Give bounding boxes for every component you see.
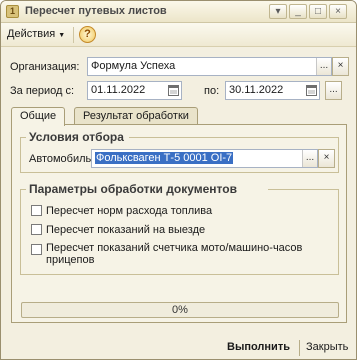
help-button[interactable]: ? [79, 26, 96, 43]
organization-value: Формула Успеха [91, 60, 176, 72]
window-title: Пересчет путевых листов [25, 5, 167, 17]
car-value: Фольксваген Т-5 0001 ОI-7 [95, 152, 234, 164]
actions-menu-button[interactable]: Действия ▼ [7, 28, 65, 40]
calendar-icon[interactable] [306, 85, 317, 96]
app-icon: 1 [6, 5, 19, 18]
period-to-value: 30.11.2022 [229, 84, 284, 96]
minimize-button[interactable]: _ [289, 4, 307, 19]
form-window: 1 Пересчет путевых листов ▾ _ □ × Действ… [0, 0, 357, 360]
progress-text: 0% [172, 304, 188, 316]
calendar-icon[interactable] [168, 85, 179, 96]
option-departure-readings-checkbox[interactable] [31, 224, 42, 235]
organization-open-button[interactable]: × [332, 57, 349, 76]
title-bar[interactable]: 1 Пересчет путевых листов ▾ _ □ × [1, 1, 356, 23]
option-departure-readings-label: Пересчет показаний на выезде [46, 224, 206, 236]
option-hour-meter-label: Пересчет показаний счетчика мото/машино-… [46, 242, 303, 266]
period-from-field[interactable]: 01.11.2022 [87, 81, 182, 100]
organization-label: Организация: [10, 61, 80, 73]
progress-bar: 0% [21, 302, 339, 318]
close-button[interactable]: Закрыть [306, 341, 348, 353]
period-from-label: За период с: [10, 85, 75, 97]
organization-field[interactable]: Формула Успеха ... [87, 57, 332, 76]
period-from-value: 01.11.2022 [91, 84, 146, 96]
chevron-down-icon: ▼ [58, 32, 66, 39]
period-select-button[interactable]: ... [325, 81, 342, 100]
option-fuel-norms-label: Пересчет норм расхода топлива [46, 205, 213, 217]
organization-select-button[interactable]: ... [316, 58, 331, 75]
option-hour-meter-checkbox[interactable] [31, 244, 42, 255]
option-fuel-norms-checkbox[interactable] [31, 205, 42, 216]
period-to-field[interactable]: 30.11.2022 [225, 81, 320, 100]
car-clear-button[interactable]: × [318, 149, 335, 168]
window-menu-button[interactable]: ▾ [269, 4, 287, 19]
toolbar-divider [73, 27, 74, 43]
car-select-button[interactable]: ... [302, 150, 317, 167]
period-to-label: по: [204, 85, 220, 97]
tab-general[interactable]: Общие [11, 107, 66, 126]
tab-processing-result[interactable]: Результат обработки [74, 107, 198, 125]
car-label: Автомобиль: [29, 153, 95, 165]
button-divider [299, 340, 300, 356]
maximize-button[interactable]: □ [309, 4, 327, 19]
tab-panel-general: Условия отбора Автомобиль: Фольксваген Т… [11, 124, 347, 323]
actions-label: Действия [7, 28, 56, 40]
close-window-button[interactable]: × [329, 4, 347, 19]
toolbar: Действия ▼ ? [1, 23, 356, 47]
run-button[interactable]: Выполнить [227, 341, 290, 353]
car-field[interactable]: Фольксваген Т-5 0001 ОI-7 ... [91, 149, 318, 168]
